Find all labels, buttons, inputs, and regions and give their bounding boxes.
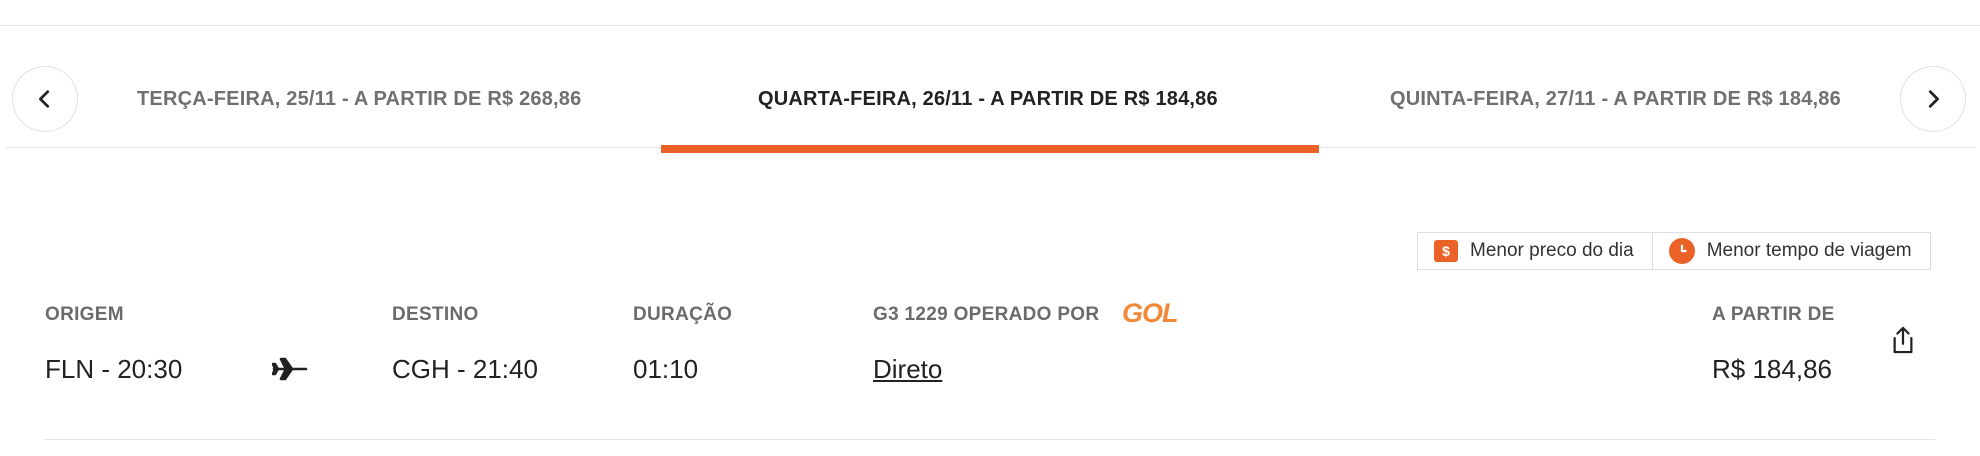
- dollar-icon: $: [1434, 240, 1458, 262]
- duration-value: 01:10: [633, 354, 699, 384]
- gol-logo: GOL: [1122, 298, 1178, 328]
- date-tab-current[interactable]: QUARTA-FEIRA, 26/11 - A PARTIR DE R$ 184…: [758, 84, 1218, 114]
- legend-fastest-label: Menor tempo de viagem: [1706, 240, 1912, 261]
- chevron-right-icon: [1928, 90, 1939, 108]
- stops-link[interactable]: Direto: [873, 354, 942, 385]
- next-date-button[interactable]: [1900, 66, 1966, 132]
- duration-label: DURAÇÃO: [633, 304, 733, 325]
- date-selector: TERÇA-FEIRA, 25/11 - A PARTIR DE R$ 268,…: [0, 26, 1980, 180]
- origin-value: FLN - 20:30: [45, 354, 183, 384]
- bottom-divider: [45, 439, 1935, 440]
- origin-label: ORIGEM: [45, 304, 124, 325]
- legend-cheapest-label: Menor preco do dia: [1470, 240, 1634, 261]
- operator-label: G3 1229 OPERADO POR: [873, 304, 1100, 325]
- price-label: A PARTIR DE: [1712, 304, 1835, 325]
- chevron-left-icon: [39, 90, 50, 108]
- date-tab-previous[interactable]: TERÇA-FEIRA, 25/11 - A PARTIR DE R$ 268,…: [137, 84, 581, 114]
- flight-card[interactable]: ORIGEM FLN - 20:30 DESTINO CGH - 21:40 D…: [0, 290, 1980, 440]
- clock-icon: [1668, 238, 1695, 264]
- active-tab-indicator: [661, 145, 1319, 153]
- legend: $ Menor preco do dia Menor tempo de viag…: [1417, 232, 1931, 270]
- share-button[interactable]: [1885, 320, 1921, 360]
- destination-label: DESTINO: [392, 304, 479, 325]
- date-tab-next[interactable]: QUINTA-FEIRA, 27/11 - A PARTIR DE R$ 184…: [1390, 84, 1841, 114]
- price-value: R$ 184,86: [1712, 354, 1832, 384]
- airplane-icon: [272, 357, 308, 381]
- legend-cheapest: $ Menor preco do dia: [1418, 233, 1652, 269]
- destination-value: CGH - 21:40: [392, 354, 538, 384]
- legend-fastest: Menor tempo de viagem: [1651, 233, 1930, 269]
- previous-date-button[interactable]: [12, 66, 78, 132]
- share-icon: [1893, 326, 1913, 354]
